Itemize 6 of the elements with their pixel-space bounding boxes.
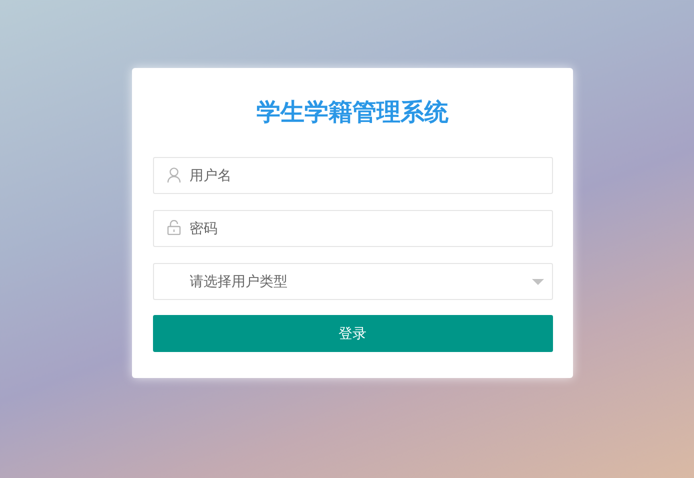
caret-icon xyxy=(532,279,544,285)
user-type-dropdown[interactable]: 请选择用户类型 xyxy=(152,263,552,300)
username-field[interactable]: 用户名 xyxy=(152,157,552,194)
app-title: 学生学籍管理系统 xyxy=(256,97,450,128)
password-field[interactable]: 密码 xyxy=(152,210,552,247)
login-button[interactable]: 登录 xyxy=(152,315,552,352)
